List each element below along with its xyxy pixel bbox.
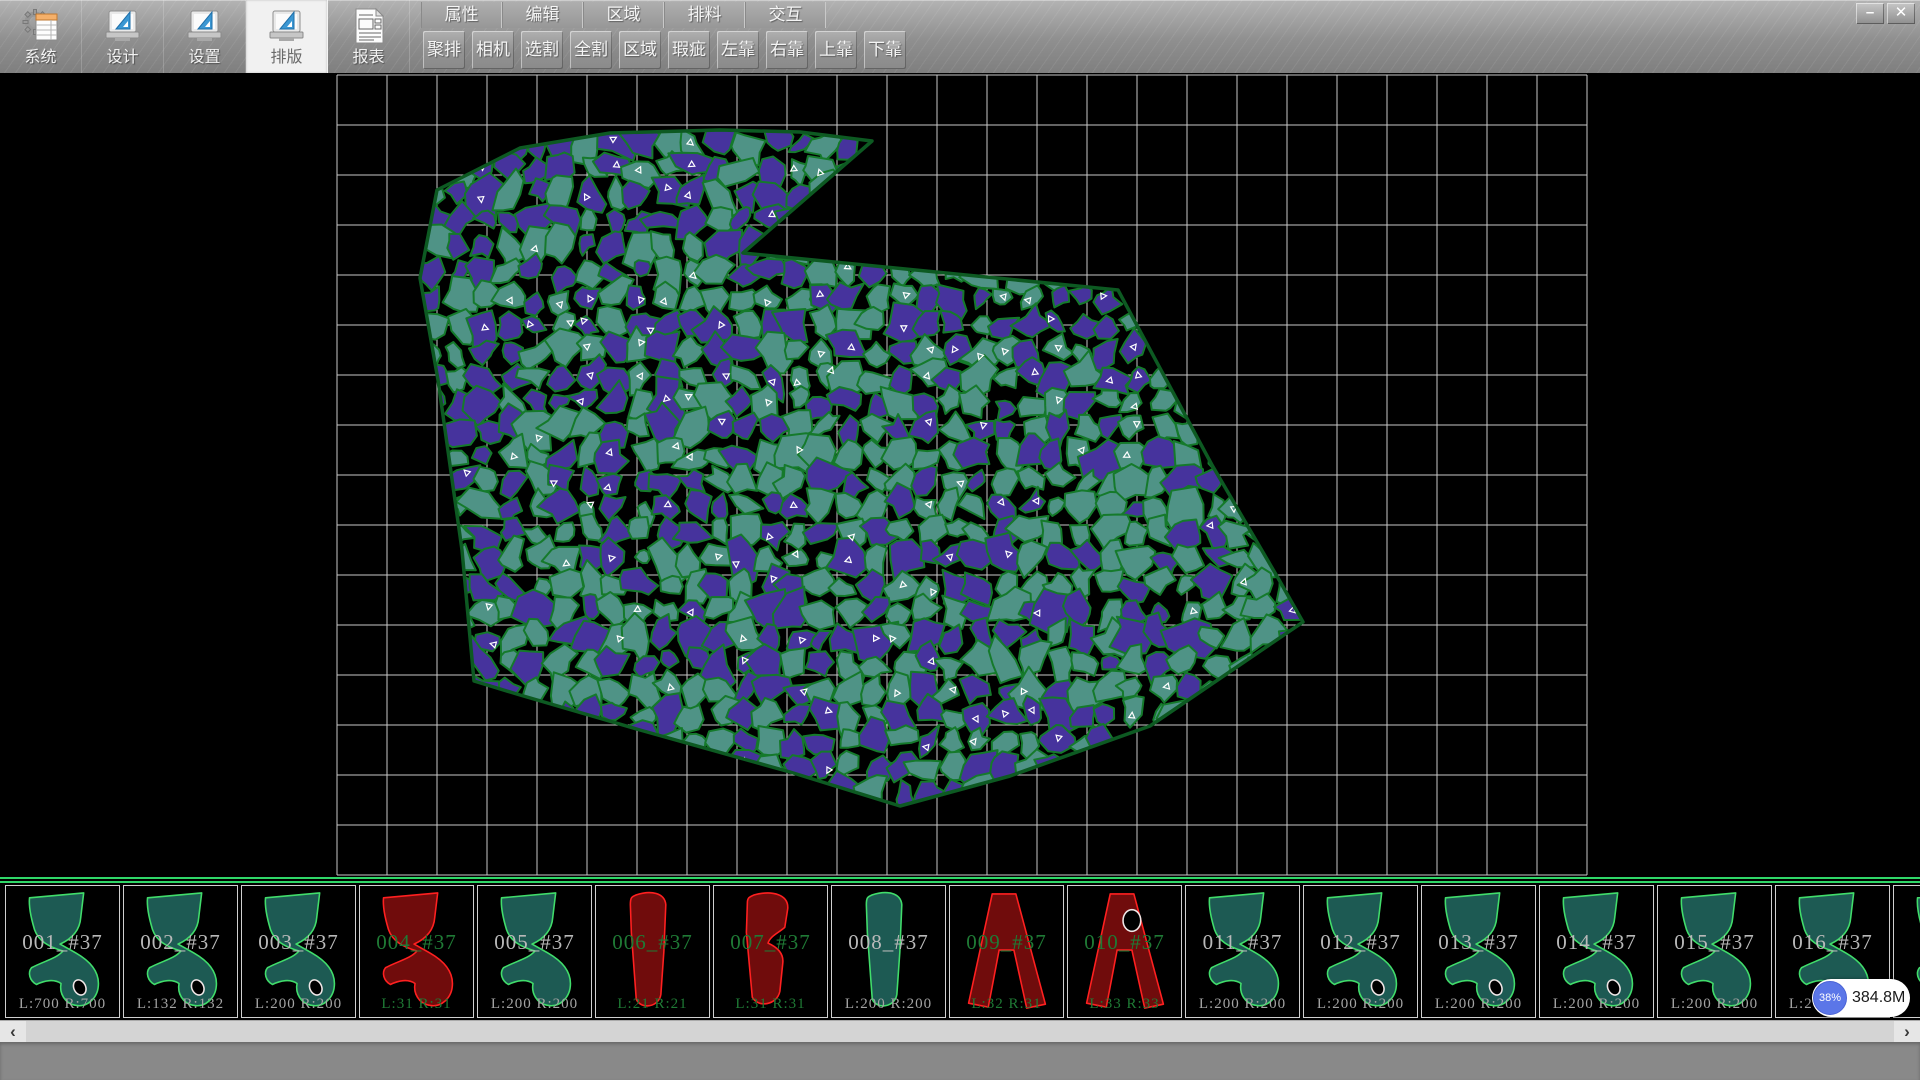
minimize-button[interactable]: –: [1856, 3, 1884, 24]
piece-id-label: 002_#37: [124, 930, 237, 955]
piece-id-label: 012_#37: [1304, 930, 1417, 955]
piece-thumbnail[interactable]: 006_#37 L:21 R:21: [595, 885, 710, 1018]
piece-thumbnail[interactable]: 002_#37 L:132 R:132: [123, 885, 238, 1018]
nesting-canvas[interactable]: [0, 73, 1920, 877]
piece-counts-label: L:200 R:200: [1540, 996, 1653, 1013]
tab-report[interactable]: 报表: [328, 0, 410, 73]
settings-icon: [185, 3, 225, 49]
piece-counts-label: L:31 R:31: [360, 996, 473, 1013]
piece-counts-label: L:700 R:700: [6, 996, 119, 1013]
piece-thumbnail[interactable]: 005_#37 L:200 R:200: [477, 885, 592, 1018]
piece-counts-label: L:200 R:200: [1422, 996, 1535, 1013]
piece-counts-label: L:200 R:200: [1658, 996, 1771, 1013]
tool-button-region[interactable]: 区域: [619, 31, 661, 69]
main-tabs: 系统 设计 设置 排版 报表: [0, 0, 410, 73]
piece-id-label: 015_#37: [1658, 930, 1771, 955]
piece-id-label: 014_#37: [1540, 930, 1653, 955]
piece-thumbnail[interactable]: 001_#37 L:700 R:700: [5, 885, 120, 1018]
piece-thumbnail[interactable]: 009_#37 L:32 R:31: [949, 885, 1064, 1018]
report-icon: [349, 3, 389, 49]
piece-list: 001_#37L:700 R:700002_#37L:132 R:132003_…: [0, 885, 1920, 1020]
piece-counts-label: L:32 R:31: [950, 996, 1063, 1013]
piece-thumbnail[interactable]: 013_#37 L:200 R:200: [1421, 885, 1536, 1018]
piece-thumbnail[interactable]: 011_#37 L:200 R:200: [1185, 885, 1300, 1018]
window-controls: – ✕: [1853, 3, 1915, 24]
main-toolbar: 系统设计设置排版报表 属性编辑区域排料交互 聚排相机选割全割区域瑕疵左靠右靠上靠…: [0, 0, 1920, 73]
menu-item-region[interactable]: 区域: [583, 2, 664, 28]
nesting-drawing: [0, 73, 1920, 877]
menu-item-properties[interactable]: 属性: [421, 2, 502, 28]
menu-area: 属性编辑区域排料交互 聚排相机选割全割区域瑕疵左靠右靠上靠下靠: [421, 0, 913, 69]
tab-label: 设计: [106, 49, 138, 67]
menu-bar: 属性编辑区域排料交互: [421, 2, 913, 28]
piece-counts-label: L:31 R:31: [714, 996, 827, 1013]
piece-thumbnail[interactable]: 012_#37 L:200 R:200: [1303, 885, 1418, 1018]
design-icon: [103, 3, 143, 49]
bottom-strip: [0, 1042, 1920, 1080]
piece-thumbnail[interactable]: 007_#37 L:31 R:31: [713, 885, 828, 1018]
piece-counts-label: L:200 R:200: [1186, 996, 1299, 1013]
tab-settings[interactable]: 设置: [164, 0, 246, 73]
piece-id-label: 004_#37: [360, 930, 473, 955]
progress-circle: 38%: [1813, 981, 1847, 1015]
piece-thumbnail[interactable]: 008_#37 L:200 R:200: [831, 885, 946, 1018]
piece-counts-label: L:21 R:21: [596, 996, 709, 1013]
piece-id-label: 016_#37: [1776, 930, 1889, 955]
tab-system[interactable]: 系统: [0, 0, 82, 73]
horizontal-scrollbar[interactable]: ‹ ›: [0, 1020, 1920, 1042]
piece-thumbnail[interactable]: 004_#37 L:31 R:31: [359, 885, 474, 1018]
scroll-left-button[interactable]: ‹: [0, 1021, 26, 1043]
piece-thumbnail[interactable]: 015_#37 L:200 R:200: [1657, 885, 1772, 1018]
piece-id-label: 013_#37: [1422, 930, 1535, 955]
piece-counts-label: L:33 R:33: [1068, 996, 1181, 1013]
tool-button-select-cut[interactable]: 选割: [521, 31, 563, 69]
menu-item-interact[interactable]: 交互: [745, 2, 826, 28]
separator-lines: [0, 877, 1920, 885]
piece-counts-label: L:200 R:200: [1304, 996, 1417, 1013]
piece-counts-label: L:132 R:132: [124, 996, 237, 1013]
tool-button-align-right[interactable]: 右靠: [766, 31, 808, 69]
memory-value: 384.8M: [1852, 979, 1902, 1017]
piece-id-label: 003_#37: [242, 930, 355, 955]
piece-id-label: 009_#37: [950, 930, 1063, 955]
piece-counts-label: L:200 R:200: [242, 996, 355, 1013]
piece-id-label: 010_#37: [1068, 930, 1181, 955]
tool-bar: 聚排相机选割全割区域瑕疵左靠右靠上靠下靠: [421, 31, 913, 69]
piece-counts-label: L:200 R:200: [478, 996, 591, 1013]
menu-item-edit[interactable]: 编辑: [502, 2, 583, 28]
system-icon: [21, 3, 61, 49]
tab-label: 排版: [270, 49, 302, 67]
app-window: 系统设计设置排版报表 属性编辑区域排料交互 聚排相机选割全割区域瑕疵左靠右靠上靠…: [0, 0, 1920, 1080]
menu-item-nesting[interactable]: 排料: [664, 2, 745, 28]
tool-button-align-left[interactable]: 左靠: [717, 31, 759, 69]
piece-id-label: 005_#37: [478, 930, 591, 955]
scroll-right-button[interactable]: ›: [1894, 1021, 1920, 1043]
piece-id-label: 008_#37: [832, 930, 945, 955]
tool-button-defect[interactable]: 瑕疵: [668, 31, 710, 69]
tab-layout[interactable]: 排版: [246, 0, 328, 73]
tool-button-align-top[interactable]: 上靠: [815, 31, 857, 69]
tab-label: 设置: [188, 49, 220, 67]
tool-button-align-bottom[interactable]: 下靠: [864, 31, 906, 69]
memory-badge: 38%384.8M: [1812, 979, 1910, 1017]
tab-label: 系统: [24, 49, 56, 67]
piece-counts-label: L:200 R:200: [832, 996, 945, 1013]
tool-button-cluster-nest[interactable]: 聚排: [423, 31, 465, 69]
piece-id-label: 011_#37: [1186, 930, 1299, 955]
tool-button-camera[interactable]: 相机: [472, 31, 514, 69]
layout-icon: [267, 3, 307, 49]
piece-thumbnail[interactable]: 003_#37 L:200 R:200: [241, 885, 356, 1018]
tab-label: 报表: [352, 49, 384, 67]
piece-thumbnail[interactable]: 014_#37 L:200 R:200: [1539, 885, 1654, 1018]
piece-id-label: 0: [1894, 930, 1920, 955]
close-button[interactable]: ✕: [1887, 3, 1915, 24]
piece-id-label: 006_#37: [596, 930, 709, 955]
tool-button-cut-all[interactable]: 全割: [570, 31, 612, 69]
piece-thumbnail[interactable]: 010_#37 L:33 R:33: [1067, 885, 1182, 1018]
tab-design[interactable]: 设计: [82, 0, 164, 73]
piece-id-label: 001_#37: [6, 930, 119, 955]
piece-id-label: 007_#37: [714, 930, 827, 955]
